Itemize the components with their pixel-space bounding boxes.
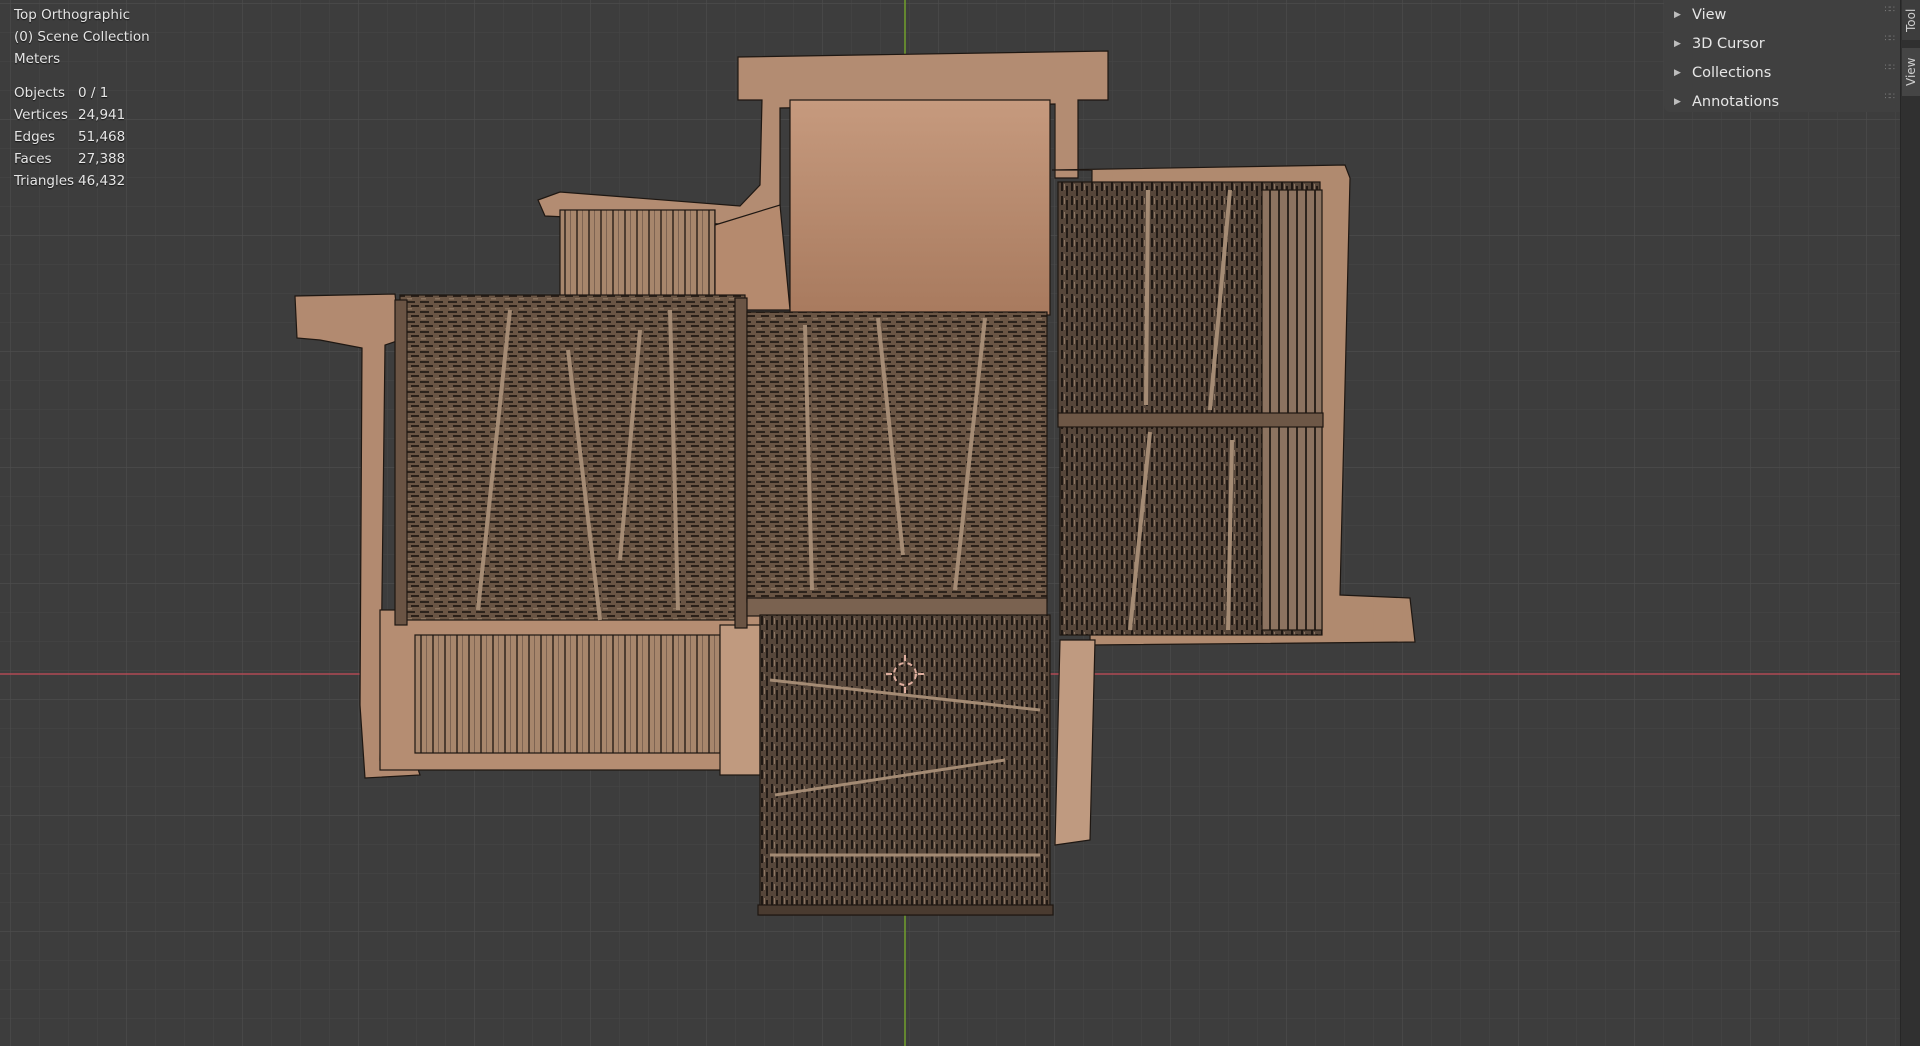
right-wall-lower <box>1054 639 1096 846</box>
units-label: Meters <box>14 51 61 67</box>
viewport-info: Top Orthographic (0) Scene Collection Me… <box>14 4 150 70</box>
roof-eave-south <box>757 904 1054 916</box>
left-door-frame <box>719 624 761 776</box>
triangle-right-icon: ▶ <box>1674 38 1681 49</box>
porch-side-planks <box>559 209 716 306</box>
sidebar-panel: ▶ View ∷∷ ▶ 3D Cursor ∷∷ ▶ Collections ∷∷ ▶ Ann… <box>1664 0 1900 112</box>
stat-value: 46,432 <box>78 173 126 189</box>
triangle-right-icon: ▶ <box>1674 9 1681 20</box>
drag-grip-icon[interactable]: ∷∷ <box>1885 35 1896 44</box>
porch-floor <box>789 99 1051 316</box>
tab-view[interactable]: View <box>1902 48 1920 96</box>
tab-tool[interactable]: Tool <box>1902 0 1920 40</box>
stat-label: Objects <box>14 85 66 101</box>
stat-row-edges: Edges 51,468 <box>14 126 125 148</box>
stat-label: Faces <box>14 151 52 167</box>
stat-value: 0 / 1 <box>78 85 109 101</box>
stat-value: 24,941 <box>78 107 126 123</box>
right-panel-divider <box>1057 412 1324 428</box>
panel-label: 3D Cursor <box>1692 35 1765 52</box>
roof-ridge-center <box>746 597 1048 617</box>
left-wing-planks <box>414 634 721 754</box>
triangle-right-icon: ▶ <box>1674 96 1681 107</box>
scene-statistics: Objects 0 / 1 Vertices 24,941 Edges 51,468 … <box>14 82 125 192</box>
drag-grip-icon[interactable]: ∷∷ <box>1885 93 1896 102</box>
roof-panel-center <box>746 311 1048 603</box>
view-name: Top Orthographic <box>14 7 131 23</box>
panel-3d-cursor[interactable]: ▶ 3D Cursor ∷∷ <box>1664 29 1900 58</box>
stat-label: Edges <box>14 129 56 145</box>
panel-annotations[interactable]: ▶ Annotations ∷∷ <box>1664 87 1900 116</box>
roof-panel-left <box>399 294 746 621</box>
stat-label: Vertices <box>14 107 68 123</box>
stat-row-vertices: Vertices 24,941 <box>14 104 125 126</box>
stat-row-objects: Objects 0 / 1 <box>14 82 125 104</box>
panel-label: View <box>1692 6 1727 23</box>
stat-value: 51,468 <box>78 129 126 145</box>
collection-name: (0) Scene Collection <box>14 29 150 45</box>
stat-label: Triangles <box>14 173 75 189</box>
roof-edge-left <box>394 299 408 626</box>
panel-label: Annotations <box>1692 93 1780 110</box>
triangle-right-icon: ▶ <box>1674 67 1681 78</box>
panel-label: Collections <box>1692 64 1772 81</box>
drag-grip-icon[interactable]: ∷∷ <box>1885 6 1896 15</box>
stat-row-faces: Faces 27,388 <box>14 148 125 170</box>
3d-viewport[interactable] <box>0 0 1920 1046</box>
panel-collections[interactable]: ▶ Collections ∷∷ <box>1664 58 1900 87</box>
drag-grip-icon[interactable]: ∷∷ <box>1885 64 1896 73</box>
stat-row-triangles: Triangles 46,432 <box>14 170 125 192</box>
panel-view[interactable]: ▶ View ∷∷ <box>1664 0 1900 29</box>
sidebar-tabs: Tool View <box>1900 0 1920 1046</box>
roof-edge-mid <box>734 297 748 629</box>
right-planks-side <box>1261 189 1323 631</box>
stat-value: 27,388 <box>78 151 126 167</box>
